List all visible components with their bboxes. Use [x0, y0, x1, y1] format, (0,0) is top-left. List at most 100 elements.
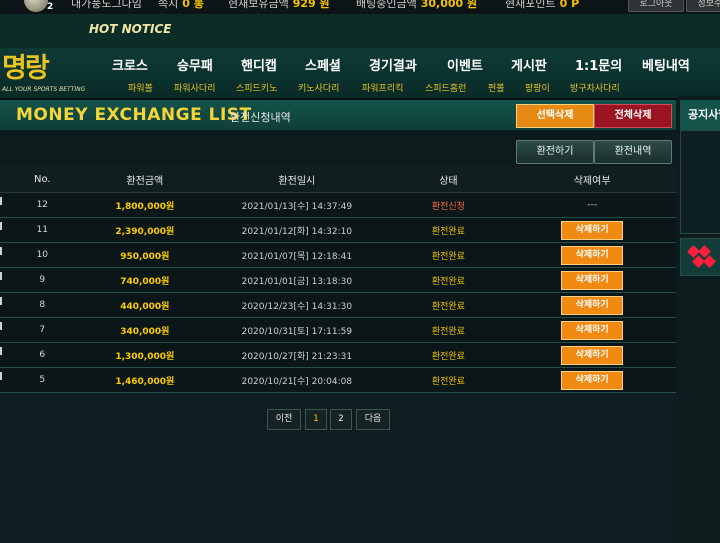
- logo-tagline: ALL YOUR SPORTS BETTING: [2, 86, 86, 93]
- row-amount: 1,460,000원: [84, 367, 206, 393]
- nav-win-draw-lose[interactable]: 승무패: [177, 55, 213, 74]
- subnav-speed-homerun[interactable]: 스피드홈런: [425, 81, 466, 94]
- betting-status: 배팅중인금액 30,000 원: [356, 0, 477, 11]
- table-row[interactable]: 7 340,000원 2020/10/31[토] 17:11:59 환전완료 삭…: [0, 317, 676, 343]
- row-delete-button[interactable]: 삭제하기: [561, 345, 624, 365]
- col-no: No.: [0, 166, 85, 193]
- row-action-cell: 삭제하기: [508, 367, 676, 393]
- page-title: MONEY EXCHANGE LIST: [16, 105, 252, 125]
- col-amount: 환전금액: [84, 166, 206, 193]
- notice-panel-title[interactable]: 공지사항: [680, 100, 720, 130]
- row-action-cell: 삭제하기: [508, 217, 676, 243]
- nav-handicap[interactable]: 핸디캡: [241, 55, 277, 74]
- table-row[interactable]: 5 1,460,000원 2020/10/21[수] 20:04:08 환전완료…: [0, 367, 676, 393]
- profile-edit-button[interactable]: 정보수정: [686, 0, 720, 12]
- username: 내가풍도그다임: [71, 0, 142, 10]
- row-no: 12: [0, 192, 85, 218]
- row-no: 7: [0, 317, 85, 343]
- nav-special[interactable]: 스페셜: [305, 55, 341, 74]
- tab-exchange-history[interactable]: 환전내역: [594, 140, 672, 164]
- row-delete-button[interactable]: 삭제하기: [561, 320, 624, 340]
- nav-bet-history[interactable]: 베팅내역: [642, 55, 690, 74]
- row-datetime: 2021/01/13[수] 14:37:49: [205, 192, 389, 218]
- pagination-page[interactable]: 1: [305, 409, 327, 430]
- holding-label: 현재보유금액: [228, 0, 289, 10]
- table-row[interactable]: 6 1,300,000원 2020/10/27[화] 21:23:31 환전완료…: [0, 342, 676, 368]
- row-checkbox[interactable]: [0, 197, 2, 205]
- table-row[interactable]: 12 1,800,000원 2021/01/13[수] 14:37:49 환전신…: [0, 192, 676, 218]
- row-datetime: 2020/12/23[수] 14:31:30: [205, 292, 389, 318]
- row-status: 환전완료: [388, 367, 509, 393]
- row-status: 환전신청: [388, 192, 509, 218]
- row-checkbox[interactable]: [0, 222, 2, 230]
- row-no: 6: [0, 342, 85, 368]
- pagination-next[interactable]: 다음: [356, 409, 390, 430]
- row-action-cell: 삭제하기: [508, 292, 676, 318]
- row-status: 환전완료: [388, 292, 509, 318]
- table-row[interactable]: 8 440,000원 2020/12/23[수] 14:31:30 환전완료 삭…: [0, 292, 676, 318]
- message-label: 쪽지: [158, 0, 179, 10]
- row-datetime: 2021/01/07[목] 12:18:41: [205, 242, 389, 268]
- betting-label: 배팅중인금액: [356, 0, 417, 10]
- row-datetime: 2020/10/27[화] 21:23:31: [205, 342, 389, 368]
- side-banner[interactable]: [680, 238, 720, 276]
- table-row[interactable]: 10 950,000원 2021/01/07[목] 12:18:41 환전완료 …: [0, 242, 676, 268]
- nav-cross[interactable]: 크로스: [112, 55, 148, 74]
- message-status[interactable]: 쪽지 0 통: [158, 0, 204, 11]
- user-level-icon: [24, 0, 48, 12]
- col-status: 상태: [388, 166, 509, 193]
- row-delete-button[interactable]: 삭제하기: [561, 245, 624, 265]
- row-checkbox[interactable]: [0, 347, 2, 355]
- pagination-prev[interactable]: 이전: [267, 409, 301, 430]
- nav-board[interactable]: 게시판: [511, 55, 547, 74]
- row-delete-button[interactable]: 삭제하기: [561, 220, 624, 240]
- user-level: 2: [47, 2, 54, 12]
- pagination-page[interactable]: 2: [330, 409, 352, 430]
- subnav-power-ladder[interactable]: 파워사다리: [174, 81, 215, 94]
- subnav-keno-ladder[interactable]: 키노사다리: [298, 81, 339, 94]
- top-info-bar: 2 내가풍도그다임 쪽지 0 통 현재보유금액 929 원 배팅중인금액 30,000…: [0, 0, 720, 14]
- subnav-pangpang[interactable]: 팡팡이: [525, 81, 550, 94]
- row-delete-button[interactable]: 삭제하기: [561, 370, 624, 390]
- nav-event[interactable]: 이벤트: [447, 55, 483, 74]
- subnav-powerball[interactable]: 파워볼: [128, 81, 153, 94]
- row-no: 8: [0, 292, 85, 318]
- row-amount: 1,300,000원: [84, 342, 206, 368]
- row-delete-button[interactable]: 삭제하기: [561, 270, 624, 290]
- row-no: 5: [0, 367, 85, 393]
- row-checkbox[interactable]: [0, 247, 2, 255]
- row-no: 10: [0, 242, 85, 268]
- row-datetime: 2021/01/12[화] 14:32:10: [205, 217, 389, 243]
- subnav-power-freekick[interactable]: 파워프리킥: [362, 81, 403, 94]
- site-logo[interactable]: 명랑 ALL YOUR SPORTS BETTING: [0, 48, 90, 98]
- table-row[interactable]: 9 740,000원 2021/01/01[금] 13:18:30 환전완료 삭…: [0, 267, 676, 293]
- nav-results[interactable]: 경기결과: [369, 55, 417, 74]
- row-delete-button[interactable]: 삭제하기: [561, 295, 624, 315]
- row-status: 환전완료: [388, 217, 509, 243]
- row-checkbox[interactable]: [0, 322, 2, 330]
- subnav-speed-keno[interactable]: 스피드키노: [236, 81, 277, 94]
- subnav-bangu-ladder[interactable]: 방구차사다리: [570, 81, 620, 94]
- row-checkbox[interactable]: [0, 372, 2, 380]
- row-action-none: ---: [508, 192, 676, 218]
- section-title-bar: MONEY EXCHANGE LIST 환전신청내역 선택삭제 전체삭제: [0, 100, 676, 130]
- row-action-cell: 삭제하기: [508, 342, 676, 368]
- holding-status: 현재보유금액 929 원: [228, 0, 330, 11]
- row-checkbox[interactable]: [0, 272, 2, 280]
- select-delete-button[interactable]: 선택삭제: [516, 104, 594, 128]
- logout-button[interactable]: 로그아웃: [628, 0, 684, 12]
- row-checkbox[interactable]: [0, 297, 2, 305]
- delete-all-button[interactable]: 전체삭제: [594, 104, 672, 128]
- row-amount: 740,000원: [84, 267, 206, 293]
- exchange-table: No. 환전금액 환전일시 상태 삭제여부 12 1,800,000원 2021…: [0, 166, 676, 393]
- row-amount: 440,000원: [84, 292, 206, 318]
- col-delete: 삭제여부: [508, 166, 676, 193]
- notice-panel-body: [680, 130, 720, 234]
- nav-inquiry[interactable]: 1:1문의: [575, 55, 622, 74]
- row-datetime: 2020/10/31[토] 17:11:59: [205, 317, 389, 343]
- tab-exchange[interactable]: 환전하기: [516, 140, 594, 164]
- table-row[interactable]: 11 2,390,000원 2021/01/12[화] 14:32:10 환전완…: [0, 217, 676, 243]
- row-amount: 950,000원: [84, 242, 206, 268]
- message-count: 0 통: [182, 0, 204, 10]
- subnav-funball[interactable]: 펀볼: [488, 81, 505, 94]
